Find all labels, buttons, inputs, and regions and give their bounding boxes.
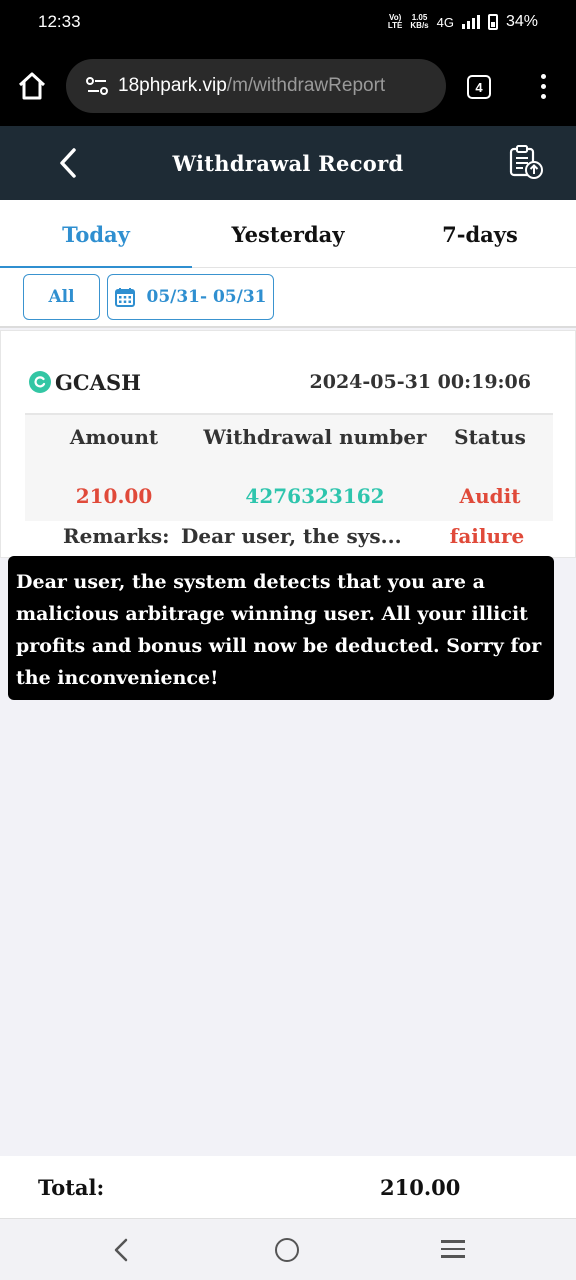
- record-datetime: 2024-05-31 00:19:06: [309, 371, 532, 393]
- total-footer: Total: 210.00: [0, 1156, 576, 1218]
- site-settings-icon[interactable]: [86, 77, 108, 95]
- nav-home-icon[interactable]: [275, 1238, 299, 1262]
- payment-method: GCASH: [29, 370, 141, 395]
- home-icon[interactable]: [16, 70, 48, 102]
- payment-method-label: GCASH: [55, 369, 141, 395]
- total-label: Total:: [38, 1174, 105, 1200]
- remarks-preview[interactable]: Dear user, the sys...: [181, 524, 437, 548]
- tab-switcher-button[interactable]: 4: [467, 75, 491, 99]
- remarks-label: Remarks:: [63, 524, 170, 548]
- status-value: Audit: [459, 484, 521, 508]
- status-icons: Vo) LTE 1.05 KB/s 4G 34%: [388, 13, 538, 31]
- status-value-cont: failure: [449, 524, 525, 548]
- url-bar[interactable]: 18phpark.vip/m/withdrawReport: [66, 59, 446, 113]
- withdrawal-number-value: 4276323162: [245, 484, 385, 508]
- network-speed: 1.05 KB/s: [410, 13, 429, 30]
- status-time: 12:33: [38, 12, 81, 31]
- back-arrow-icon[interactable]: [56, 146, 80, 180]
- record-table: Amount Withdrawal number Status 210.00 4…: [25, 413, 553, 521]
- col-number-header: Withdrawal number: [203, 425, 427, 449]
- date-range-label: 05/31- 05/31: [146, 287, 267, 307]
- url-host: 18phpark.vip: [118, 75, 227, 96]
- clipboard-upload-icon[interactable]: [506, 142, 546, 182]
- browser-toolbar: 18phpark.vip/m/withdrawReport 4: [0, 44, 576, 126]
- battery-level: 34%: [505, 13, 538, 30]
- col-status-header: Status: [454, 425, 526, 449]
- col-amount-header: Amount: [69, 425, 159, 449]
- tab-today[interactable]: Today: [0, 200, 192, 269]
- date-tabs: Today Yesterday 7-days: [0, 200, 576, 269]
- more-menu-icon[interactable]: [538, 74, 548, 102]
- network-type: 4G: [436, 14, 454, 30]
- table-header-row: Amount Withdrawal number Status: [25, 415, 553, 459]
- record-header: GCASH 2024-05-31 00:19:06: [29, 367, 531, 397]
- nav-recents-icon[interactable]: [441, 1240, 465, 1260]
- url-path: /m/withdrawReport: [226, 75, 386, 96]
- withdrawal-record-card[interactable]: GCASH 2024-05-31 00:19:06 Amount Withdra…: [0, 330, 576, 558]
- amount-value: 210.00: [75, 484, 153, 508]
- app-header: Withdrawal Record: [0, 126, 576, 200]
- date-range-button[interactable]: 05/31- 05/31: [107, 274, 274, 320]
- nav-back-icon[interactable]: [112, 1237, 130, 1263]
- signal-icon: [461, 15, 480, 29]
- status-bar: 12:33 Vo) LTE 1.05 KB/s 4G 34%: [0, 0, 576, 44]
- table-row: 210.00 4276323162 Audit: [25, 473, 553, 519]
- battery-icon: [487, 14, 498, 30]
- gcash-logo-icon: [29, 371, 51, 393]
- total-value: 210.00: [380, 1174, 461, 1200]
- tab-7-days[interactable]: 7-days: [384, 200, 576, 268]
- filter-all-button[interactable]: All: [23, 274, 100, 320]
- page-title: Withdrawal Record: [172, 150, 404, 176]
- calendar-icon: [115, 288, 136, 307]
- remarks-tooltip: Dear user, the system detects that you a…: [8, 556, 554, 700]
- tab-yesterday[interactable]: Yesterday: [192, 200, 384, 268]
- volte-indicator: Vo) LTE: [387, 13, 403, 30]
- filter-row: All 05/31- 05/31: [0, 268, 576, 328]
- system-nav-bar: [0, 1218, 576, 1280]
- remarks-row[interactable]: Remarks: Dear user, the sys... failure: [63, 519, 553, 553]
